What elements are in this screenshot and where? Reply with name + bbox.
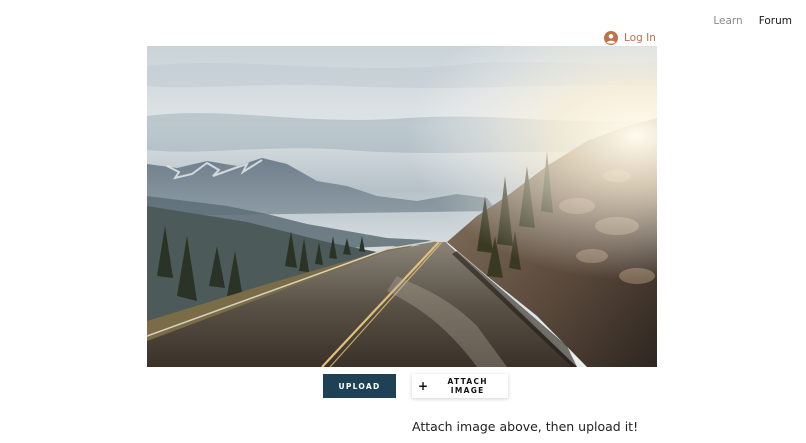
page: Learn Forum Log In UPLOAD + ATTACH IMAGE… bbox=[0, 0, 806, 443]
top-nav: Learn Forum bbox=[713, 15, 792, 27]
nav-forum-link[interactable]: Forum bbox=[759, 15, 792, 27]
login-link[interactable]: Log In bbox=[604, 31, 656, 45]
mountain-road-photo bbox=[147, 46, 657, 367]
nav-learn-link[interactable]: Learn bbox=[713, 15, 742, 27]
hero-image bbox=[147, 46, 657, 367]
login-label: Log In bbox=[624, 32, 656, 44]
user-avatar-icon bbox=[604, 31, 618, 45]
plus-icon: + bbox=[418, 378, 430, 393]
upload-button[interactable]: UPLOAD bbox=[323, 374, 396, 398]
attach-image-button[interactable]: + ATTACH IMAGE bbox=[412, 374, 508, 398]
helper-text: Attach image above, then upload it! bbox=[412, 419, 639, 434]
attach-image-label: ATTACH IMAGE bbox=[447, 377, 488, 395]
